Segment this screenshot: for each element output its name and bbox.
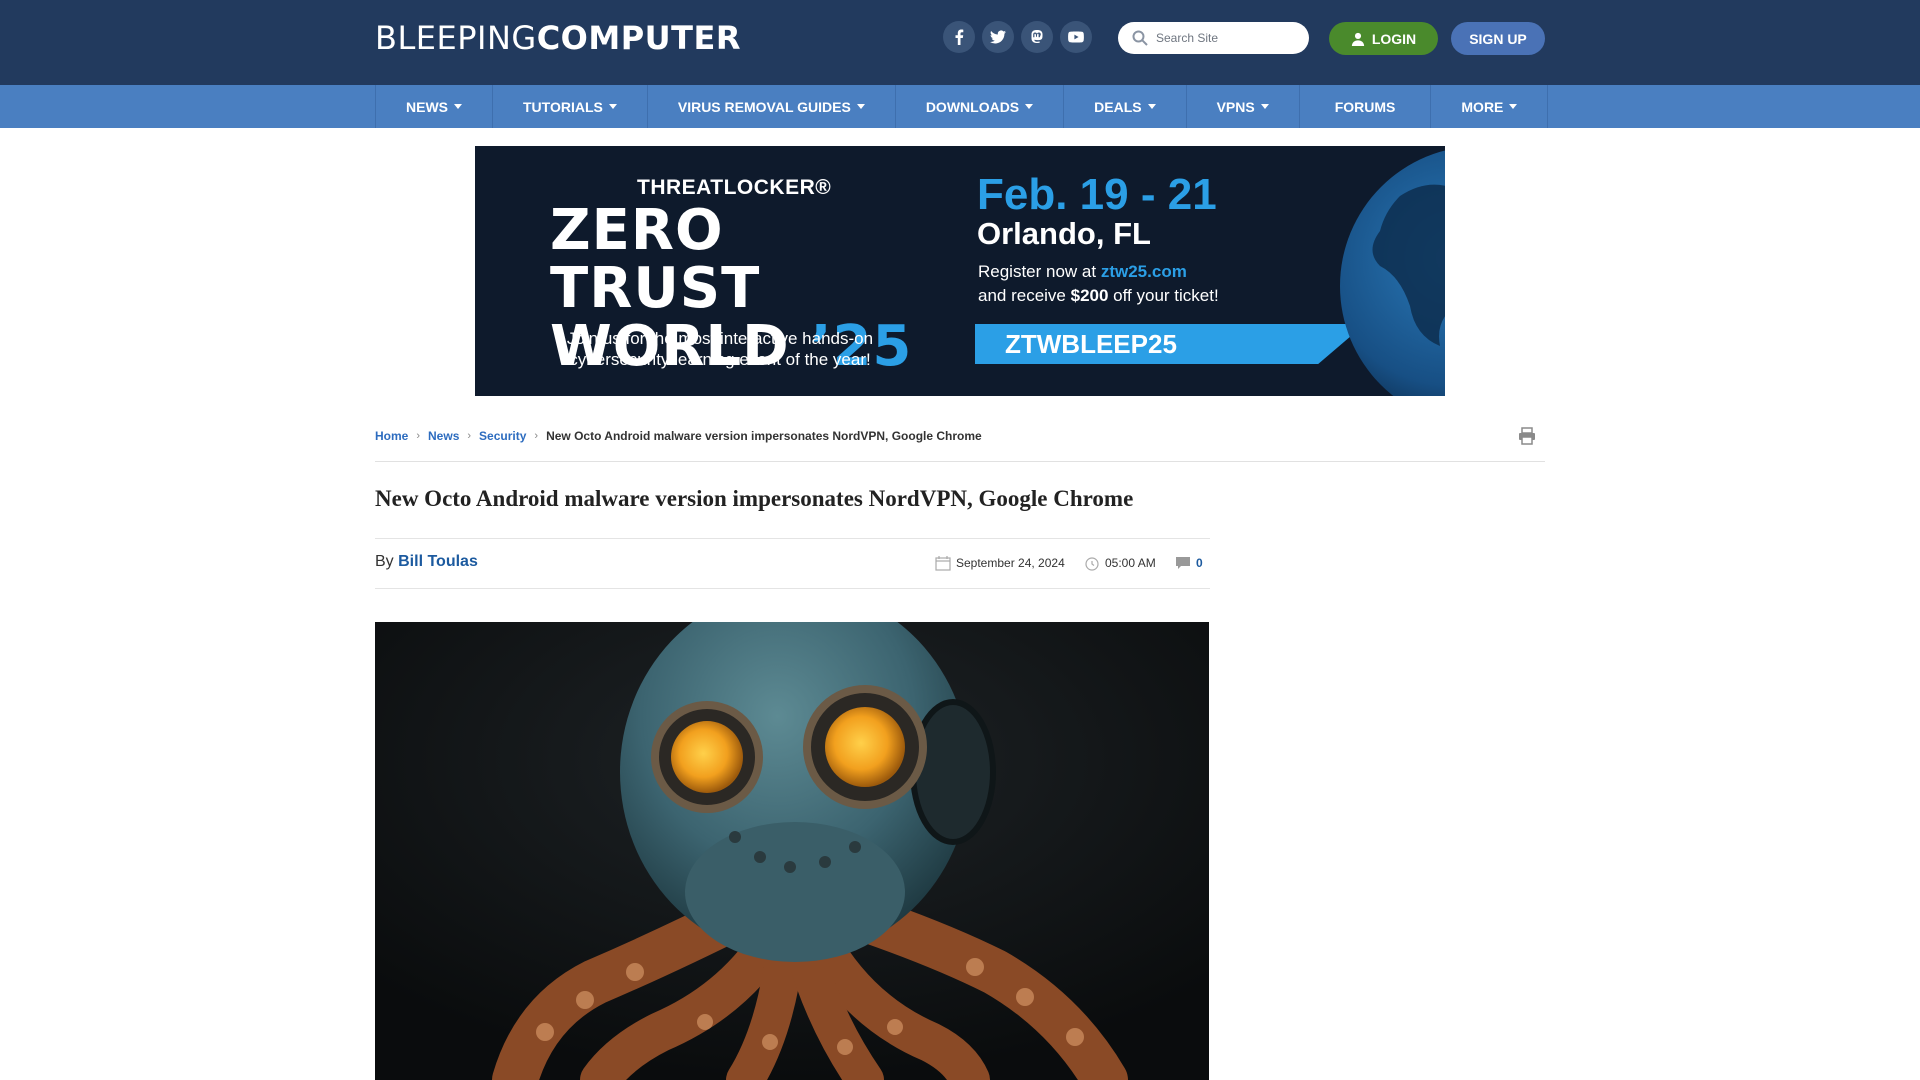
logo-light-text: BLEEPING	[375, 19, 537, 57]
clock-icon	[1085, 557, 1099, 571]
divider	[375, 461, 1545, 462]
main-nav: NEWS TUTORIALS VIRUS REMOVAL GUIDES DOWN…	[0, 85, 1920, 128]
breadcrumb-home[interactable]: Home	[375, 429, 408, 443]
ad-register-line: Register now at ztw25.com	[978, 262, 1187, 282]
nav-label: NEWS	[406, 98, 448, 115]
date-text: September 24, 2024	[956, 556, 1065, 570]
article-title: New Octo Android malware version imperso…	[375, 486, 1134, 511]
chevron-right-icon: ›	[467, 430, 472, 442]
site-header: BLEEPINGCOMPUTER LOGIN SIGN UP	[0, 0, 1920, 85]
chevron-right-icon: ›	[416, 430, 421, 442]
ad-discount-amount: $200	[1070, 286, 1109, 305]
caret-down-icon	[1260, 104, 1269, 109]
nav-item-vpns[interactable]: VPNS	[1187, 85, 1300, 128]
ad-register-prefix: Register now at	[978, 262, 1101, 281]
mastodon-icon[interactable]	[1021, 21, 1053, 53]
ad-tagline: Join us for the most interactive hands-o…	[566, 329, 874, 369]
search-icon[interactable]	[1132, 30, 1148, 46]
nav-label: VPNS	[1216, 98, 1255, 115]
search-input[interactable]	[1156, 31, 1296, 45]
logo-bold-text: COMPUTER	[536, 19, 741, 57]
comments-link[interactable]: 0	[1175, 555, 1203, 571]
ad-city: Orlando, FL	[977, 216, 1151, 251]
article-date: September 24, 2024	[935, 555, 1065, 571]
time-text: 05:00 AM	[1105, 556, 1156, 570]
calendar-icon	[935, 556, 951, 571]
ad-banner[interactable]: THREATLOCKER® ZERO TRUST WORLD ’25 Join …	[475, 146, 1445, 396]
article-hero-image	[375, 622, 1209, 1080]
caret-down-icon	[608, 104, 617, 109]
login-button[interactable]: LOGIN	[1329, 22, 1438, 55]
caret-down-icon	[1147, 104, 1156, 109]
search-box[interactable]	[1118, 22, 1309, 54]
chevron-right-icon: ›	[534, 430, 539, 442]
ad-discount-line: and receive $200 off your ticket!	[978, 286, 1219, 306]
nav-label: DEALS	[1094, 98, 1142, 115]
nav-label: FORUMS	[1334, 98, 1396, 115]
ad-discount-prefix: and receive	[978, 286, 1071, 305]
ad-brand: THREATLOCKER®	[637, 176, 832, 199]
breadcrumb-news[interactable]: News	[428, 429, 459, 443]
nav-item-more[interactable]: MORE	[1431, 85, 1549, 128]
signup-label: SIGN UP	[1469, 30, 1527, 47]
nav-item-virus-removal-guides[interactable]: VIRUS REMOVAL GUIDES	[648, 85, 896, 128]
nav-item-news[interactable]: NEWS	[375, 85, 493, 128]
nav-label: TUTORIALS	[523, 98, 603, 115]
twitter-icon[interactable]	[982, 21, 1014, 53]
ad-discount-suffix: off your ticket!	[1108, 286, 1219, 305]
youtube-icon[interactable]	[1060, 21, 1092, 53]
divider	[375, 538, 1210, 539]
nav-label: MORE	[1461, 98, 1504, 115]
breadcrumb-security[interactable]: Security	[479, 429, 526, 443]
site-logo[interactable]: BLEEPINGCOMPUTER	[375, 20, 741, 56]
ad-register-link[interactable]: ztw25.com	[1101, 262, 1187, 281]
ad-headline-line1: ZERO TRUST	[550, 198, 761, 321]
ad-promo-code: ZTWBLEEP25	[975, 324, 1365, 364]
caret-down-icon	[1025, 104, 1034, 109]
caret-down-icon	[856, 104, 865, 109]
caret-down-icon	[1509, 104, 1518, 109]
signup-button[interactable]: SIGN UP	[1451, 22, 1545, 55]
article-time: 05:00 AM	[1084, 555, 1156, 571]
byline: By Bill Toulas	[375, 553, 478, 571]
ad-dates: Feb. 19 - 21	[977, 170, 1217, 219]
nav-item-forums[interactable]: FORUMS	[1300, 85, 1432, 128]
caret-down-icon	[454, 104, 462, 109]
nav-item-downloads[interactable]: DOWNLOADS	[896, 85, 1065, 128]
nav-item-tutorials[interactable]: TUTORIALS	[493, 85, 648, 128]
print-icon[interactable]	[1517, 426, 1537, 446]
facebook-icon[interactable]	[943, 21, 975, 53]
divider	[375, 588, 1210, 589]
by-label: By	[375, 553, 394, 570]
breadcrumb: Home › News › Security › New Octo Androi…	[375, 429, 982, 443]
globe-icon	[1340, 150, 1445, 396]
nav-label: DOWNLOADS	[925, 98, 1020, 115]
nav-label: VIRUS REMOVAL GUIDES	[677, 98, 851, 115]
comment-count[interactable]: 0	[1196, 556, 1203, 570]
nav-item-deals[interactable]: DEALS	[1064, 85, 1187, 128]
author-link[interactable]: Bill Toulas	[398, 553, 478, 570]
breadcrumb-current: New Octo Android malware version imperso…	[546, 429, 982, 443]
user-icon	[1351, 32, 1364, 46]
octopus-illustration	[375, 622, 1209, 1080]
comment-icon	[1176, 557, 1190, 569]
login-label: LOGIN	[1371, 30, 1417, 47]
